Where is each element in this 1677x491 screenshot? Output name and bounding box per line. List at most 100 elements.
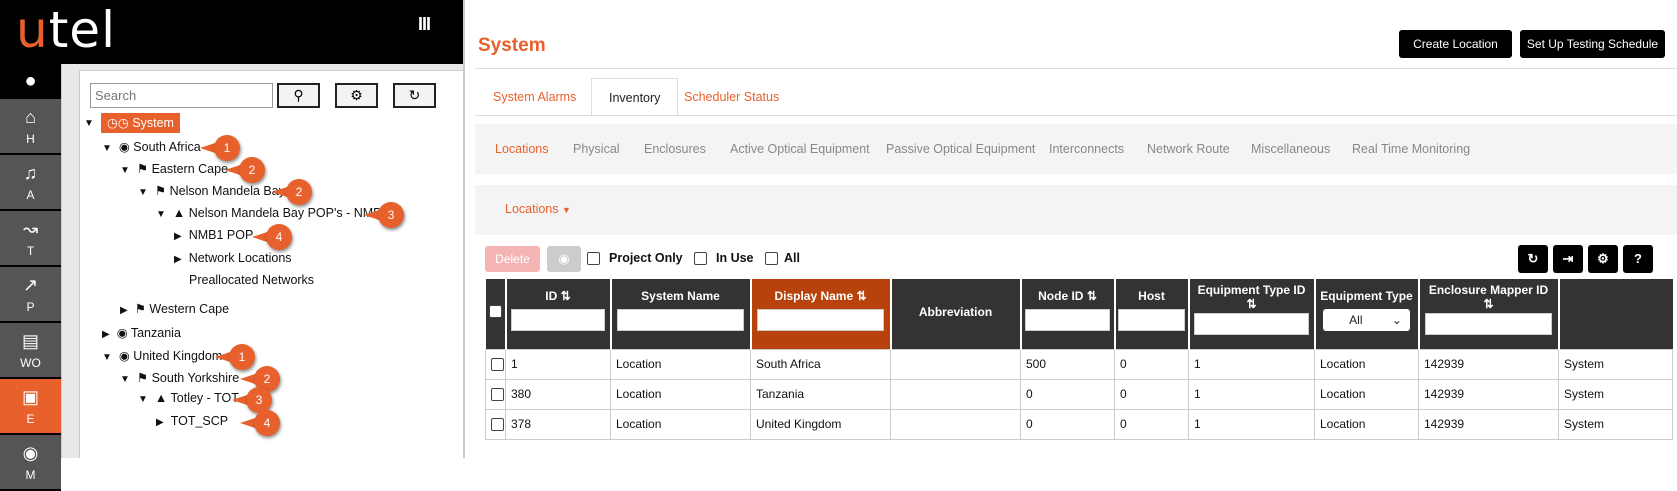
- nav-item-p[interactable]: ↗ P: [0, 267, 61, 323]
- project-only-checkbox[interactable]: [587, 252, 600, 265]
- tree-node-tot-scp[interactable]: ▶ TOT_SCP: [156, 414, 228, 428]
- cell-display-name: Tanzania: [750, 378, 891, 410]
- col-system-name[interactable]: System Name: [610, 279, 752, 349]
- tree-node-network-locations[interactable]: ▶ Network Locations: [174, 251, 292, 265]
- col-enclosure-mapper-id[interactable]: Enclosure Mapper ID ⇅: [1418, 279, 1560, 349]
- tree-refresh-button[interactable]: ↻: [393, 83, 436, 108]
- col-equipment-type-id[interactable]: Equipment Type ID ⇅: [1188, 279, 1316, 349]
- tree-node-nelson-mandela-bay[interactable]: ▼ ⚑ Nelson Mandela Bay: [138, 183, 285, 198]
- select-all-checkbox[interactable]: [488, 305, 502, 318]
- cell-host: 0: [1114, 348, 1189, 380]
- subnav-locations[interactable]: Locations: [495, 142, 549, 156]
- in-use-label: In Use: [716, 251, 754, 265]
- filter-display-name-input[interactable]: [757, 309, 884, 331]
- row-checkbox[interactable]: [491, 417, 504, 431]
- callout-badge: 4: [252, 224, 292, 250]
- tree-node-south-yorkshire[interactable]: ▼ ⚑ South Yorkshire: [120, 370, 239, 385]
- delete-button[interactable]: Delete: [485, 246, 540, 272]
- tree-node-united-kingdom[interactable]: ▼ ◉ United Kingdom: [102, 348, 222, 363]
- cell-abbreviation: [890, 348, 1021, 380]
- col-equipment-type[interactable]: Equipment Type All ⌄: [1314, 279, 1420, 349]
- row-checkbox[interactable]: [491, 357, 504, 371]
- col-host[interactable]: Host: [1114, 279, 1190, 349]
- nav-item-wo[interactable]: ▤ WO: [0, 323, 61, 379]
- search-icon: ⚲: [293, 87, 304, 103]
- search-button[interactable]: ⚲: [277, 83, 320, 108]
- tree-node-eastern-cape[interactable]: ▼ ⚑ Eastern Cape: [120, 161, 228, 176]
- filter-system-name-input[interactable]: [617, 309, 744, 331]
- subnav-active-optical[interactable]: Active Optical Equipment: [730, 142, 870, 156]
- cell-display-name: South Africa: [750, 348, 891, 380]
- chart-icon: ↝: [22, 219, 39, 239]
- tree-node-nmb-pops[interactable]: ▼ ▲ Nelson Mandela Bay POP's - NMB: [156, 206, 382, 220]
- in-use-checkbox[interactable]: [694, 252, 707, 265]
- col-display-name[interactable]: Display Name ⇅: [750, 279, 892, 349]
- cell-equipment-type: Location: [1314, 348, 1419, 380]
- left-nav: ● ⌂ H ♫ A ↝ T ↗ P ▤ WO ▣ E ◉ M: [0, 64, 61, 491]
- tree-node-tanzania[interactable]: ▶ ◉ Tanzania: [102, 325, 181, 340]
- filter-host-input[interactable]: [1118, 309, 1185, 331]
- home-icon: ⌂: [25, 107, 36, 127]
- table-row[interactable]: 1 Location South Africa 500 0 1 Location…: [485, 348, 1673, 380]
- col-node-id[interactable]: Node ID ⇅: [1020, 279, 1116, 349]
- refresh-icon: ↻: [1527, 251, 1539, 266]
- equipment-type-select[interactable]: All ⌄: [1323, 309, 1410, 331]
- all-label: All: [784, 251, 800, 265]
- locations-dropdown[interactable]: Locations ▼: [505, 202, 571, 216]
- tab-scheduler-status[interactable]: Scheduler Status: [667, 78, 796, 116]
- nav-item-e[interactable]: ▣ E: [0, 379, 61, 435]
- cell-display-name: United Kingdom: [750, 408, 891, 440]
- table-refresh-button[interactable]: ↻: [1518, 245, 1548, 273]
- tab-inventory[interactable]: Inventory: [591, 78, 679, 116]
- globe-icon: ◉: [118, 349, 134, 363]
- cell-node-id: 0: [1020, 408, 1115, 440]
- table-row[interactable]: 380 Location Tanzania 0 0 1 Location 142…: [485, 378, 1673, 410]
- user-icon[interactable]: ●: [0, 64, 61, 98]
- nav-item-t[interactable]: ↝ T: [0, 211, 61, 267]
- row-checkbox[interactable]: [491, 387, 504, 401]
- subnav-interconnects[interactable]: Interconnects: [1049, 142, 1124, 156]
- subnav-real-time-monitoring[interactable]: Real Time Monitoring: [1352, 142, 1470, 156]
- header-divider: [475, 68, 1677, 69]
- filter-enclosure-mapper-id-input[interactable]: [1425, 313, 1552, 335]
- nav-item-m[interactable]: ◉ M: [0, 435, 61, 491]
- tree-settings-button[interactable]: ⚙: [335, 83, 378, 108]
- tab-system-alarms[interactable]: System Alarms: [476, 78, 593, 116]
- subnav-physical[interactable]: Physical: [573, 142, 620, 156]
- create-location-button[interactable]: Create Location: [1399, 30, 1512, 58]
- cell-enclosure-mapper-id: 142939: [1418, 378, 1559, 410]
- eye-icon: ◉: [558, 251, 570, 266]
- subnav-network-route[interactable]: Network Route: [1147, 142, 1230, 156]
- tree-node-nmb1-pop[interactable]: ▶ NMB1 POP: [174, 228, 253, 242]
- flag-icon: ⚑: [134, 302, 150, 316]
- tree-node-totley[interactable]: ▼ ▲ Totley - TOT: [138, 391, 239, 405]
- setup-testing-schedule-button[interactable]: Set Up Testing Schedule: [1520, 30, 1665, 58]
- tree-node-south-africa[interactable]: ▼ ◉ South Africa: [102, 139, 201, 154]
- table-settings-button[interactable]: ⚙: [1588, 245, 1618, 273]
- cell-equipment-type: Location: [1314, 378, 1419, 410]
- filter-equipment-type-id-input[interactable]: [1194, 313, 1309, 335]
- filter-node-id-input[interactable]: [1025, 309, 1110, 331]
- all-checkbox[interactable]: [765, 252, 778, 265]
- subnav-passive-optical[interactable]: Passive Optical Equipment: [886, 142, 1035, 156]
- view-button[interactable]: ◉: [547, 246, 581, 272]
- tree-node-preallocated-networks[interactable]: Preallocated Networks: [189, 273, 314, 287]
- export-button[interactable]: ⇥: [1553, 245, 1583, 273]
- col-id[interactable]: ID ⇅: [505, 279, 612, 349]
- bars-icon[interactable]: III: [418, 14, 431, 35]
- subnav-miscellaneous[interactable]: Miscellaneous: [1251, 142, 1330, 156]
- tree-toggle-system[interactable]: ▼: [84, 115, 101, 129]
- tree-node-system[interactable]: ◷◷ System: [101, 113, 180, 133]
- flag-icon: ⚑: [154, 184, 170, 198]
- help-button[interactable]: ?: [1623, 245, 1653, 273]
- cell-extra: System: [1558, 348, 1673, 380]
- table-row[interactable]: 378 Location United Kingdom 0 0 1 Locati…: [485, 408, 1673, 440]
- tree-node-western-cape[interactable]: ▶ ⚑ Western Cape: [120, 301, 229, 316]
- col-abbreviation[interactable]: Abbreviation: [890, 279, 1022, 349]
- filter-id-input[interactable]: [510, 309, 606, 331]
- nav-item-a[interactable]: ♫ A: [0, 155, 61, 211]
- nav-item-h[interactable]: ⌂ H: [0, 99, 61, 155]
- sort-icon: ⇅: [1246, 297, 1257, 311]
- tree-search-input[interactable]: [90, 83, 273, 108]
- subnav-enclosures[interactable]: Enclosures: [644, 142, 706, 156]
